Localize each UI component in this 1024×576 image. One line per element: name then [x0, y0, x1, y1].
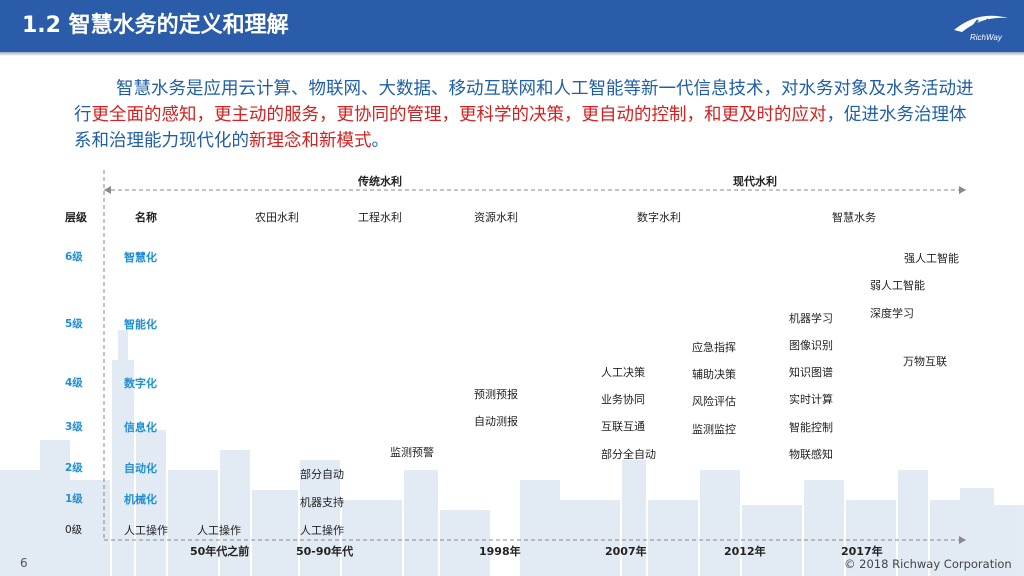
level-name: 智慧化 — [124, 251, 157, 264]
year-label: 2012年 — [724, 545, 766, 558]
cell-text: 弱人工智能 — [870, 279, 925, 292]
col-level-header: 层级 — [65, 211, 87, 224]
level-label: 4级 — [65, 377, 83, 389]
level-name: 数字化 — [124, 377, 157, 390]
col-name-header: 名称 — [135, 211, 157, 224]
level-label: 1级 — [65, 493, 83, 505]
era-label: 农田水利 — [255, 211, 299, 224]
cell-text: 人工操作 — [300, 524, 344, 537]
cell-text: 预测预报 — [474, 388, 518, 401]
header-bar: 1.2 智慧水务的定义和理解 RichWay — [0, 0, 1024, 52]
year-label: 2007年 — [605, 545, 647, 558]
cell-text: 人工决策 — [601, 366, 645, 379]
era-label: 智慧水务 — [832, 211, 876, 224]
modern-label: 现代水利 — [733, 175, 777, 188]
year-label: 1998年 — [479, 545, 521, 558]
cell-text: 风险评估 — [692, 395, 736, 408]
intro-highlight-2: 新理念和新模式 — [249, 131, 372, 151]
year-label: 50年代之前 — [190, 545, 250, 558]
intro-paragraph: 智慧水务是应用云计算、物联网、大数据、移动互联网和人工智能等新一代信息技术，对水… — [74, 76, 974, 154]
cell-text: 机器学习 — [789, 312, 833, 325]
era-label: 资源水利 — [474, 211, 518, 224]
traditional-label: 传统水利 — [358, 175, 402, 188]
cell-text: 机器支持 — [300, 496, 344, 509]
intro-highlight-1: 更全面的感知，更主动的服务，更协同的管理，更科学的决策，更自动的控制，和更及时的… — [91, 105, 827, 125]
cell-text: 部分自动 — [300, 468, 344, 481]
richway-logo-icon: RichWay — [954, 15, 1008, 42]
cell-text: 实时计算 — [789, 393, 833, 406]
cell-text: 自动测报 — [474, 415, 518, 428]
cell-text: 辅助决策 — [692, 368, 736, 381]
cell-text: 深度学习 — [870, 307, 914, 320]
cell-text: 监测监控 — [692, 423, 736, 436]
cell-text: 部分全自动 — [601, 448, 656, 461]
level-label: 2级 — [65, 462, 83, 474]
cell-text: 监测预警 — [390, 446, 434, 459]
cell-text: 智能控制 — [789, 421, 833, 434]
level-name: 自动化 — [124, 462, 157, 475]
cell-text: 强人工智能 — [904, 252, 959, 265]
cell-text: 知识图谱 — [789, 366, 833, 379]
cell-text: 万物互联 — [903, 355, 947, 368]
svg-text:RichWay: RichWay — [970, 33, 1003, 42]
level-label: 0级 — [65, 524, 83, 536]
cell-text: 图像识别 — [789, 339, 833, 352]
level-label: 5级 — [65, 318, 83, 330]
year-label: 2017年 — [841, 545, 883, 558]
cell-text: 人工操作 — [197, 524, 241, 537]
level-label: 6级 — [65, 251, 83, 263]
level-name: 智能化 — [124, 318, 157, 331]
cell-text: 互联互通 — [601, 420, 645, 433]
cell-text: 物联感知 — [789, 448, 833, 461]
era-label: 数字水利 — [637, 211, 681, 224]
era-label: 工程水利 — [358, 211, 402, 224]
cell-text: 业务协同 — [601, 393, 645, 406]
header-shadow — [0, 52, 1024, 56]
level-name: 人工操作 — [124, 524, 168, 537]
year-label: 50-90年代 — [296, 545, 354, 558]
level-name: 机械化 — [124, 493, 157, 506]
level-label: 3级 — [65, 421, 83, 433]
page-title: 1.2 智慧水务的定义和理解 — [22, 13, 289, 38]
page-number: 6 — [20, 556, 28, 570]
cell-text: 应急指挥 — [692, 341, 736, 354]
copyright-text: © 2018 Richway Corporation — [844, 557, 1012, 571]
level-name: 信息化 — [124, 421, 157, 434]
intro-text-3: 。 — [371, 131, 390, 151]
